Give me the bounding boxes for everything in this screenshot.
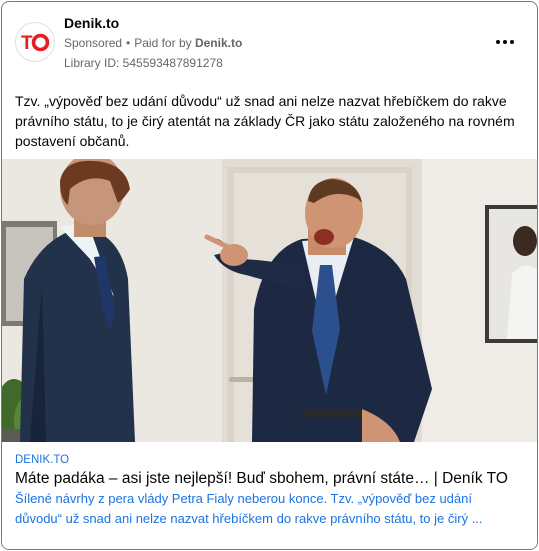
svg-text:T: T	[21, 33, 33, 54]
more-horizontal-icon	[503, 40, 507, 44]
denik-to-logo-icon: T	[18, 25, 52, 59]
ad-card: T Denik.to Sponsored • Paid for by Denik.t…	[1, 1, 538, 550]
paid-for-name[interactable]: Denik.to	[195, 36, 242, 50]
link-preview[interactable]: DENIK.TO Máte padáka – asi jste nejlepší…	[2, 442, 537, 549]
ad-image[interactable]	[2, 159, 537, 442]
sponsored-line: Sponsored • Paid for by Denik.to	[64, 36, 242, 50]
more-options-button[interactable]	[493, 32, 517, 52]
link-title[interactable]: Máte padáka – asi jste nejlepší! Buď sbo…	[15, 469, 530, 489]
page-avatar[interactable]: T	[15, 22, 55, 62]
page-name[interactable]: Denik.to	[64, 15, 119, 31]
meta-separator: •	[126, 36, 131, 50]
paid-for-prefix: Paid for by	[134, 36, 192, 50]
library-id: Library ID: 545593487891278	[64, 56, 223, 70]
ad-header: T Denik.to Sponsored • Paid for by Denik.t…	[2, 2, 537, 80]
link-description[interactable]: Šílené návrhy z pera vlády Petra Fialy n…	[15, 489, 520, 529]
more-horizontal-icon	[510, 40, 514, 44]
more-horizontal-icon	[496, 40, 500, 44]
post-text: Tzv. „výpověď bez udání důvodu“ už snad …	[15, 93, 515, 149]
link-domain[interactable]: DENIK.TO	[15, 454, 69, 466]
sponsored-label: Sponsored	[64, 36, 123, 50]
